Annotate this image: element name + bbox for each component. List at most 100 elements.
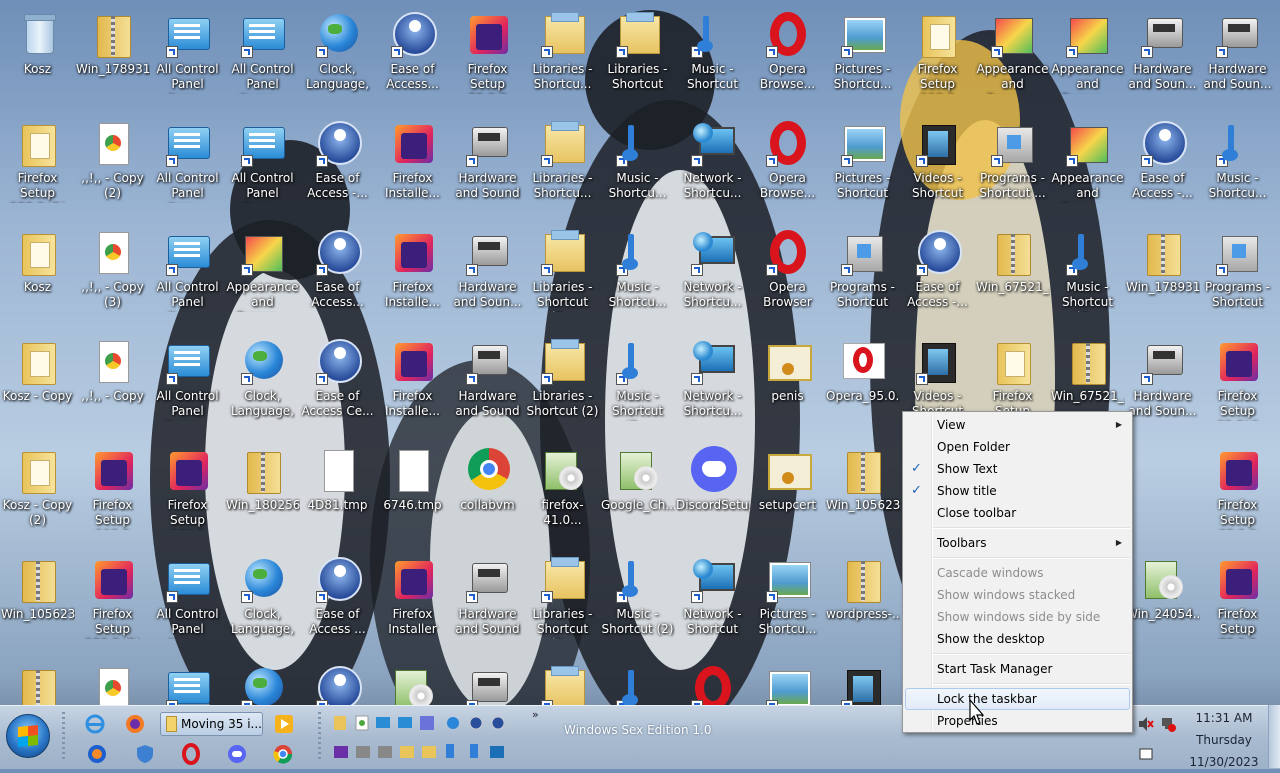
firefox-icon[interactable] xyxy=(124,713,146,735)
shield-icon[interactable] xyxy=(134,743,156,765)
desktop-icon[interactable]: Firefox Setup 119.0 xyxy=(900,4,975,104)
desktop-icon[interactable]: Network - Shortcu... xyxy=(675,331,750,431)
desktop-icon[interactable]: Firefox Setup 59.0.3 xyxy=(450,4,525,104)
desktop-icon[interactable]: Network - Shortcu... xyxy=(675,222,750,322)
desktop-icon[interactable]: All Control Panel Item... xyxy=(150,4,225,104)
menu-item-close-toolbar[interactable]: Close toolbar xyxy=(905,502,1130,524)
taskbar-clock[interactable]: 11:31 AM Thursday 11/30/2023 xyxy=(1186,707,1262,773)
menu-item-show-text[interactable]: Show Text ✓ xyxy=(905,458,1130,480)
desktop-icon[interactable]: Opera Browse... xyxy=(750,113,825,213)
desktop-icon[interactable]: Win_24054... xyxy=(1125,549,1200,649)
desktop-icon[interactable]: setupcert xyxy=(750,440,825,540)
desktop-icon[interactable]: Kosz xyxy=(0,222,75,322)
desktop-icon[interactable]: Music - Shortcut (4... xyxy=(1050,222,1125,322)
desktop-icon[interactable]: Music - Shortcut xyxy=(675,4,750,104)
desktop-icon[interactable]: 4D81.tmp xyxy=(300,440,375,540)
desktop-icon[interactable]: Firefox Setup 120.0 xyxy=(150,440,225,540)
taskbar-window-moving[interactable]: Moving 35 i... xyxy=(160,712,263,736)
desktop-icon[interactable]: Libraries - Shortcut (3... xyxy=(525,549,600,649)
desktop-icon[interactable]: Firefox Installe... xyxy=(375,331,450,431)
desktop-icon[interactable]: Firefox Installe... xyxy=(375,222,450,322)
menu-item-start-task-manager[interactable]: Start Task Manager xyxy=(905,658,1130,680)
desktop-icon[interactable]: Libraries - Shortcu... xyxy=(525,113,600,213)
desktop-icon[interactable]: Firefox Setup 119.0 xyxy=(75,440,150,540)
media-player-icon[interactable] xyxy=(272,712,296,736)
desktop-icon[interactable]: Win_105623... xyxy=(825,440,900,540)
desktop-icon[interactable]: Firefox Setup 120.0 (1) xyxy=(0,113,75,213)
desktop-icon[interactable]: Programs - Shortcut xyxy=(1200,222,1275,322)
desktop-icon[interactable]: Hardware and Soun... xyxy=(1125,4,1200,104)
desktop-icon[interactable]: All Control Panel Items... xyxy=(225,4,300,104)
desktop-icon[interactable]: Kosz - Copy xyxy=(0,331,75,431)
desktop-icon[interactable]: Win_105623... xyxy=(0,549,75,649)
menu-item-properties[interactable]: Properties xyxy=(905,710,1130,732)
desktop-icon[interactable]: Music - Shortcut (2) xyxy=(600,549,675,649)
desktop-icon[interactable]: Hardware and Sound ... xyxy=(450,331,525,431)
desktop-icon[interactable]: Hardware and Soun... xyxy=(1200,4,1275,104)
desktop-icon[interactable]: Win_180256... xyxy=(225,440,300,540)
desktop-icon[interactable]: Win_67521_... xyxy=(975,222,1050,322)
desktop-icon[interactable]: Videos - Shortcut xyxy=(900,113,975,213)
desktop-icon[interactable]: Programs - Shortcut ... xyxy=(975,113,1050,213)
desktop-icon[interactable]: Ease of Access... xyxy=(300,222,375,322)
desktop-icon[interactable]: Hardware and Soun... xyxy=(1125,331,1200,431)
desktop-icon[interactable]: Hardware and Soun... xyxy=(450,222,525,322)
desktop-icon[interactable]: Firefox Installer xyxy=(375,549,450,649)
desktop-icon[interactable]: Firefox Installe... xyxy=(375,113,450,213)
desktop-icon[interactable]: wordpress-... xyxy=(825,549,900,649)
desktop-toolbar-icons[interactable] xyxy=(330,714,520,762)
desktop-icon[interactable]: Firefox Setup 63.0b6 xyxy=(1200,331,1275,431)
desktop-icon[interactable]: ,,!,, - Copy (2) xyxy=(75,113,150,213)
desktop-icon[interactable]: Ease of Access Ce... xyxy=(300,331,375,431)
desktop-icon[interactable]: Ease of Access -... xyxy=(1125,113,1200,213)
desktop-icon[interactable]: Programs - Shortcut xyxy=(825,222,900,322)
desktop-icon[interactable]: Ease of Access... xyxy=(375,4,450,104)
menu-item-show-title[interactable]: Show title ✓ xyxy=(905,480,1130,502)
desktop-icon[interactable]: Music - Shortcu... xyxy=(1200,113,1275,213)
desktop-icon[interactable]: Hardware and Sound ... xyxy=(450,549,525,649)
desktop-icon[interactable]: Win_178931... xyxy=(75,4,150,104)
desktop-icon[interactable]: Opera Browser xyxy=(750,222,825,322)
desktop-icon[interactable]: Kosz - Copy (2) xyxy=(0,440,75,540)
desktop-icon[interactable]: Appearance and Person... xyxy=(1050,113,1125,213)
desktop-icon[interactable]: All Control Panel Item... xyxy=(150,113,225,213)
desktop-icon[interactable]: Pictures - Shortcut xyxy=(825,113,900,213)
start-button[interactable] xyxy=(6,714,50,758)
desktop-icon[interactable]: Music - Shortcu... xyxy=(600,222,675,322)
desktop-icon[interactable]: Hardware and Sound ... xyxy=(450,113,525,213)
desktop-icon[interactable]: All Control Panel Item... xyxy=(150,222,225,322)
opera-icon[interactable] xyxy=(180,743,202,765)
network-disconnected-icon[interactable] xyxy=(1160,716,1176,732)
desktop-icon[interactable]: Network - Shortcut xyxy=(675,549,750,649)
desktop-icon[interactable]: Clock, Language, ... xyxy=(300,4,375,104)
discord-icon[interactable] xyxy=(226,743,248,765)
desktop-icon[interactable]: collabvm xyxy=(450,440,525,540)
desktop-icon[interactable]: firefox-41.0... xyxy=(525,440,600,540)
menu-item-show-the-desktop[interactable]: Show the desktop xyxy=(905,628,1130,650)
desktop-icon[interactable]: Appearance and Person... xyxy=(225,222,300,322)
desktop-icon[interactable]: Pictures - Shortcu... xyxy=(825,4,900,104)
action-center-icon[interactable] xyxy=(1138,746,1154,762)
volume-muted-icon[interactable] xyxy=(1138,716,1154,732)
desktop-icon[interactable]: Libraries - Shortcut (2... xyxy=(525,222,600,322)
desktop-icon[interactable]: Google_Ch... xyxy=(600,440,675,540)
desktop-icon[interactable]: Ease of Access ... xyxy=(300,549,375,649)
desktop-icon[interactable]: penis xyxy=(750,331,825,431)
ie-icon[interactable] xyxy=(84,713,106,735)
menu-item-lock-the-taskbar[interactable]: Lock the taskbar xyxy=(905,688,1130,710)
chrome-icon[interactable] xyxy=(272,743,294,765)
desktop-icon[interactable]: Libraries - Shortcut (2) xyxy=(525,331,600,431)
desktop-icon[interactable]: All Control Panel Item... xyxy=(225,113,300,213)
menu-item-open-folder[interactable]: Open Folder xyxy=(905,436,1130,458)
desktop-icon[interactable]: Clock, Language, ... xyxy=(225,331,300,431)
desktop-icon[interactable]: Ease of Access -... xyxy=(300,113,375,213)
desktop-icon[interactable]: Libraries - Shortcut xyxy=(600,4,675,104)
desktop-icon[interactable]: 6746.tmp xyxy=(375,440,450,540)
desktop-icon[interactable]: Firefox Setup 120.0 (1) xyxy=(75,549,150,649)
desktop-icon[interactable]: ,,!,, - Copy (3) xyxy=(75,222,150,322)
toolbar-grip[interactable] xyxy=(318,712,321,762)
menu-item-view[interactable]: View ▶ xyxy=(905,414,1130,436)
desktop-icon[interactable]: Opera_95.0... xyxy=(825,331,900,431)
desktop-icon[interactable]: Win_178931... xyxy=(1125,222,1200,322)
taskbar-grip[interactable] xyxy=(62,712,65,762)
